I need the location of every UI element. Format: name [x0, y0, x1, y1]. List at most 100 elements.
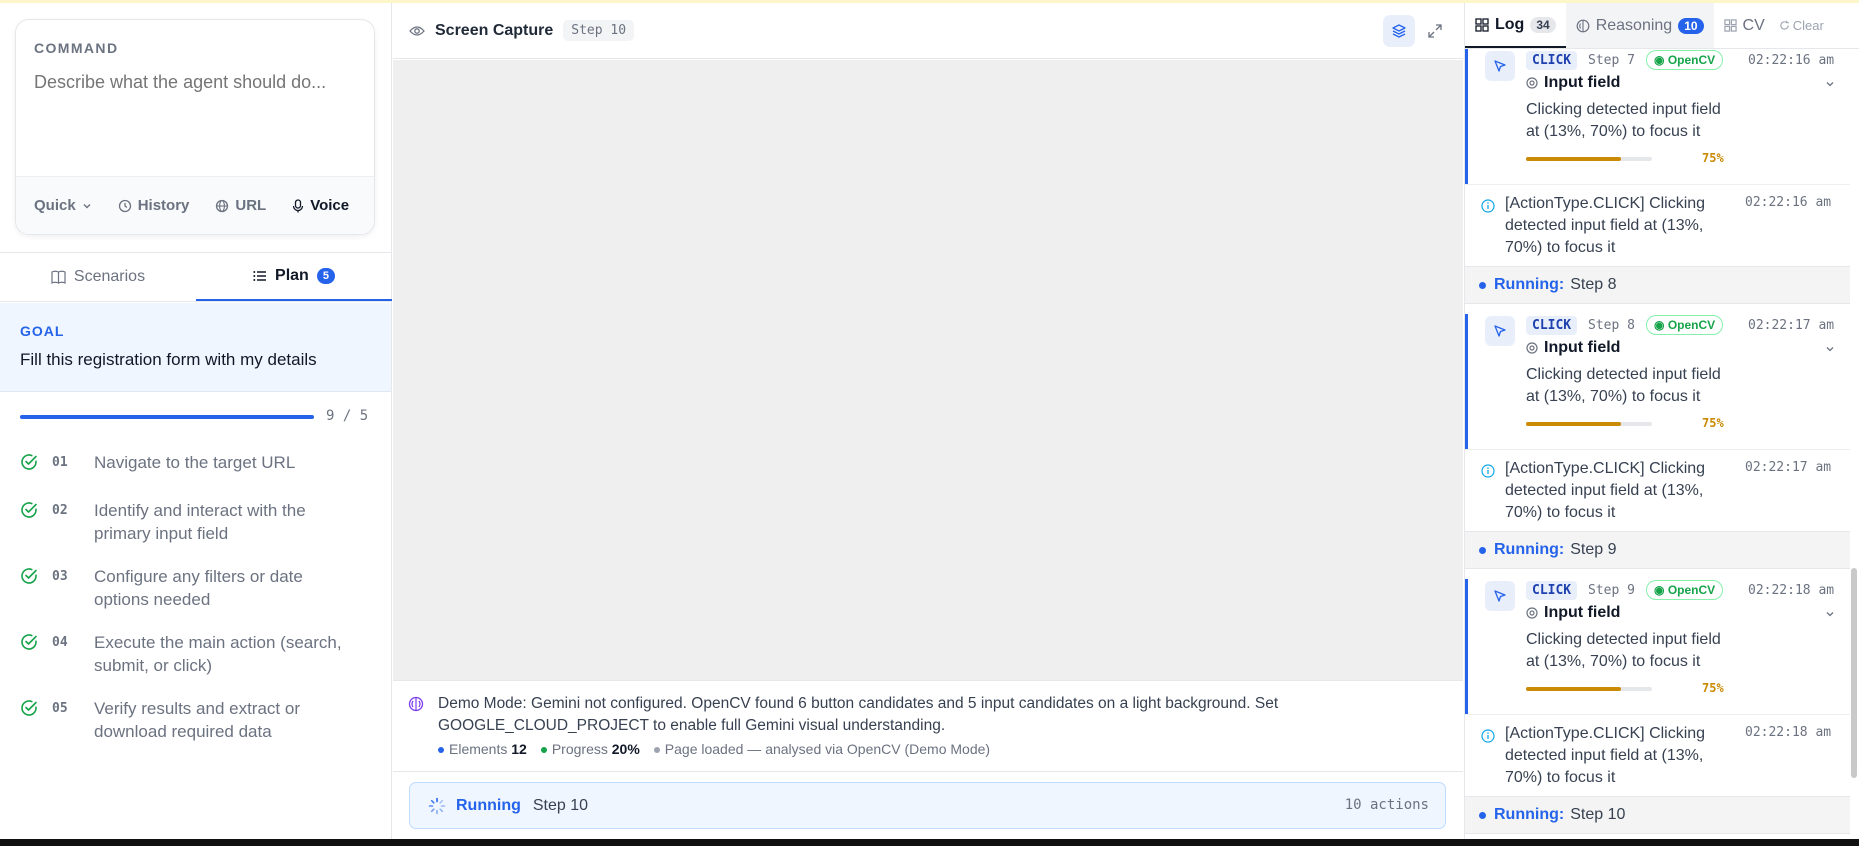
layers-button[interactable]: [1383, 15, 1415, 47]
quick-button[interactable]: Quick: [34, 197, 92, 214]
tab-plan-label: Plan: [275, 267, 309, 284]
plan-step: 05 Verify results and extract or download…: [20, 697, 380, 743]
plan-step-number: 01: [52, 455, 68, 470]
running-label: Running: [456, 796, 521, 814]
log-click-entry[interactable]: CLICK Step 9 ◉ OpenCV 02:22:18 am Input fiel…: [1465, 579, 1850, 714]
plan-step: 02 Identify and interact with the primary…: [20, 499, 380, 545]
demo-mode-notice: Demo Mode: Gemini not configured. OpenCV…: [393, 680, 1463, 772]
globe-icon: [216, 199, 229, 212]
url-label: URL: [235, 197, 267, 214]
progress-value: 20%: [611, 741, 640, 757]
log-click-entry[interactable]: CLICK Step 8 ◉ OpenCV 02:22:17 am Input fiel…: [1465, 314, 1850, 449]
confidence-fill: [1526, 422, 1621, 426]
grid-icon: [1475, 17, 1489, 32]
log-info-text: [ActionType.CLICK] Clicking detected inp…: [1505, 725, 1706, 786]
left-panel: COMMAND Quick History URL Voice Scen: [0, 3, 392, 839]
tab-cv[interactable]: CV: [1714, 3, 1775, 48]
plan-progress-bar: [20, 415, 314, 419]
history-button[interactable]: History: [118, 197, 189, 214]
log-info-entry: [ActionType.CLICK] Clicking detected inp…: [1465, 184, 1850, 266]
chevron-down-icon[interactable]: [1824, 77, 1836, 95]
confidence-bar: [1526, 687, 1652, 691]
info-icon: [1481, 464, 1495, 483]
list-icon: [253, 271, 267, 281]
command-input[interactable]: [34, 72, 354, 93]
log-info-entry: [ActionType.CLICK] Clicking detected inp…: [1465, 714, 1850, 796]
opencv-tag-label: OpenCV: [1667, 583, 1716, 597]
log-running-row: Running: Step 10: [1465, 796, 1850, 834]
tab-cv-label: CV: [1742, 16, 1765, 34]
check-circle-icon: [20, 633, 40, 677]
command-box: COMMAND Quick History URL Voice: [15, 19, 375, 235]
url-button[interactable]: URL: [215, 197, 266, 214]
check-circle-icon: [20, 453, 40, 476]
opencv-tag-label: OpenCV: [1667, 53, 1716, 67]
confidence-fill: [1526, 687, 1621, 691]
clear-button[interactable]: Clear: [1775, 18, 1824, 33]
clear-label: Clear: [1792, 18, 1824, 33]
progress-stat: Progress 20%: [540, 741, 640, 757]
green-dot-icon: [540, 747, 547, 754]
plan-step-number: 05: [52, 701, 68, 716]
log-tabs: Log 34 Reasoning 10 CV Clear: [1465, 3, 1859, 49]
right-panel: Log 34 Reasoning 10 CV Clear CLICK Step 7…: [1464, 3, 1859, 839]
cursor-click-icon: [1485, 581, 1515, 611]
confidence-value: 75%: [1702, 681, 1724, 695]
chevron-down-icon[interactable]: [1824, 342, 1836, 360]
log-info-entry: [ActionType.CLICK] Clicking detected inp…: [1465, 449, 1850, 531]
chevron-down-icon: [83, 203, 91, 208]
spinner-icon: [428, 797, 446, 814]
tab-plan[interactable]: Plan 5: [196, 253, 392, 301]
info-icon: [1481, 199, 1495, 218]
brain-icon: [408, 696, 424, 712]
check-circle-icon: [20, 501, 40, 545]
screen-step-chip: Step 10: [563, 20, 635, 41]
gray-dot-icon: [653, 747, 660, 754]
running-step: Step 10: [532, 796, 589, 814]
chevron-down-icon[interactable]: [1824, 607, 1836, 625]
command-label: COMMAND: [34, 40, 119, 56]
brain-icon: [1576, 19, 1590, 32]
plan-step-number: 04: [52, 635, 68, 650]
expand-button[interactable]: [1423, 15, 1447, 47]
plan-step-text: Identify and interact with the primary i…: [94, 501, 306, 543]
info-icon: [1481, 729, 1495, 748]
page-status: Page loaded — analysed via OpenCV (Demo …: [653, 741, 990, 757]
microphone-icon: [293, 198, 304, 212]
running-row-step: Step 9: [1570, 541, 1617, 558]
center-panel: Screen Capture Step 10 Demo Mode: Gemini…: [393, 3, 1463, 839]
eye-icon: ◉: [1654, 583, 1665, 597]
elements-value: 12: [511, 741, 527, 757]
history-icon: [118, 199, 131, 212]
log-info-time: 02:22:17 am: [1745, 460, 1832, 475]
running-dot-icon: [1479, 811, 1486, 819]
plan-step: 01 Navigate to the target URL: [20, 451, 380, 476]
tab-reasoning[interactable]: Reasoning 10: [1565, 3, 1714, 48]
voice-label: Voice: [310, 197, 350, 214]
tab-log[interactable]: Log 34: [1465, 3, 1566, 48]
input-field-text: Input field: [1544, 339, 1621, 356]
running-row-label: Running:: [1494, 541, 1565, 558]
target-icon: [1526, 342, 1538, 354]
target-icon: [1526, 607, 1538, 619]
running-dot-icon: [1479, 281, 1486, 289]
notice-meta: Elements 12 Progress 20% Page loaded — a…: [438, 741, 990, 757]
tab-scenarios[interactable]: Scenarios: [0, 253, 196, 301]
input-field-label: Input field: [1526, 604, 1620, 622]
log-info-time: 02:22:16 am: [1745, 195, 1832, 210]
input-field-text: Input field: [1544, 74, 1621, 91]
eye-icon: ◉: [1654, 318, 1665, 332]
log-running-row: Running: Step 9: [1465, 531, 1850, 569]
voice-button[interactable]: Voice: [292, 197, 349, 214]
log-info-time: 02:22:18 am: [1745, 725, 1832, 740]
screen-capture-canvas: [393, 60, 1463, 680]
confidence-bar: [1526, 422, 1652, 426]
log-click-entry[interactable]: CLICK Step 7 ◉ OpenCV 02:22:16 am Input fiel…: [1465, 49, 1850, 184]
confidence-fill: [1526, 157, 1621, 161]
plan-step-text: Navigate to the target URL: [94, 453, 296, 472]
log-running-row: Running: Step 8: [1465, 266, 1850, 304]
log-scrollbar[interactable]: [1851, 568, 1857, 778]
progress-label: Progress: [551, 741, 608, 757]
running-row-label: Running:: [1494, 806, 1565, 823]
grid-icon: [1723, 19, 1737, 32]
